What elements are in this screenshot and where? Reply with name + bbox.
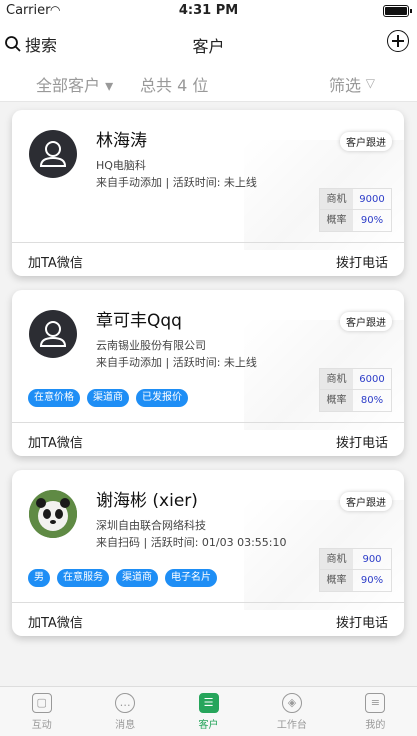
customer-company: HQ电脑科 bbox=[96, 159, 146, 172]
tag-list: 在意价格 渠道商 已发报价 bbox=[28, 389, 188, 407]
nav-bar: 搜索 客户 bbox=[0, 22, 417, 64]
call-button[interactable]: 拨打电话 bbox=[336, 612, 388, 631]
card-actions: 加TA微信 拨打电话 bbox=[12, 602, 404, 636]
status-time: 4:31 PM bbox=[178, 3, 239, 18]
default-user-icon bbox=[39, 321, 67, 347]
customer-name: 章可丰Qqq bbox=[96, 311, 182, 331]
probability-label: 概率 bbox=[320, 390, 353, 411]
customer-source: 来自手动添加 | 活跃时间: 未上线 bbox=[96, 356, 257, 369]
filter-button[interactable]: 筛选 bbox=[329, 72, 361, 96]
tag[interactable]: 男 bbox=[28, 569, 50, 587]
compass-icon: ◈ bbox=[281, 693, 302, 713]
customer-card[interactable]: 章可丰Qqq 云南锡业股份有限公司 来自手动添加 | 活跃时间: 未上线 客户跟… bbox=[12, 290, 404, 456]
tag[interactable]: 渠道商 bbox=[116, 569, 158, 587]
tag[interactable]: 在意价格 bbox=[28, 389, 80, 407]
customer-card-icon: ☰ bbox=[198, 693, 219, 713]
customer-card[interactable]: 林海涛 HQ电脑科 来自手动添加 | 活跃时间: 未上线 客户跟进 商机 9000… bbox=[12, 110, 404, 276]
default-user-icon bbox=[39, 141, 67, 167]
all-customers-dropdown[interactable]: 全部客户 ▾ bbox=[36, 72, 113, 96]
tab-customers[interactable]: ☰ 客户 bbox=[167, 687, 250, 736]
avatar bbox=[29, 490, 77, 538]
stats-table: 商机 900 概率 90% bbox=[319, 548, 392, 592]
tab-label: 客户 bbox=[198, 720, 219, 731]
cube-icon: ▢ bbox=[31, 693, 52, 713]
add-wechat-button[interactable]: 加TA微信 bbox=[28, 432, 83, 451]
tag[interactable]: 电子名片 bbox=[165, 569, 217, 587]
status-bar: Carrier ◠ 4:31 PM bbox=[0, 0, 417, 22]
probability-value: 80% bbox=[360, 395, 384, 406]
card-actions: 加TA微信 拨打电话 bbox=[12, 242, 404, 276]
filter-bar: 全部客户 ▾ 总共 4 位 筛选 ▽ bbox=[0, 64, 417, 102]
avatar bbox=[29, 130, 77, 178]
probability-value: 90% bbox=[360, 575, 384, 586]
call-button[interactable]: 拨打电话 bbox=[336, 432, 388, 451]
tag[interactable]: 在意服务 bbox=[57, 569, 109, 587]
probability-label: 概率 bbox=[320, 570, 353, 591]
customer-company: 云南锡业股份有限公司 bbox=[96, 339, 206, 352]
total-count: 总共 4 位 bbox=[140, 76, 209, 95]
customer-name: 林海涛 bbox=[96, 131, 147, 151]
tab-label: 互动 bbox=[31, 720, 52, 731]
call-button[interactable]: 拨打电话 bbox=[336, 252, 388, 271]
stats-table: 商机 9000 概率 90% bbox=[319, 188, 392, 232]
chat-icon: … bbox=[115, 693, 136, 713]
tag-list: 男 在意服务 渠道商 电子名片 bbox=[28, 569, 217, 587]
customer-card[interactable]: 谢海彬 (xier) 深圳自由联合网络科技 来自扫码 | 活跃时间: 01/03… bbox=[12, 470, 404, 636]
panda-photo bbox=[29, 490, 77, 538]
tab-workbench[interactable]: ◈ 工作台 bbox=[250, 687, 333, 736]
tab-label: 消息 bbox=[115, 720, 136, 731]
tab-mine[interactable]: ≡ 我的 bbox=[334, 687, 417, 736]
follow-up-button[interactable]: 客户跟进 bbox=[340, 132, 392, 151]
opportunity-value: 9000 bbox=[359, 194, 385, 205]
avatar bbox=[29, 310, 77, 358]
customer-source: 来自扫码 | 活跃时间: 01/03 03:55:10 bbox=[96, 536, 287, 549]
opportunity-value: 6000 bbox=[359, 374, 385, 385]
profile-icon: ≡ bbox=[365, 693, 386, 713]
add-customer-button[interactable] bbox=[387, 30, 409, 52]
page-title: 客户 bbox=[192, 37, 225, 56]
opportunity-value: 900 bbox=[362, 554, 382, 565]
add-wechat-button[interactable]: 加TA微信 bbox=[28, 252, 83, 271]
tab-label: 工作台 bbox=[276, 720, 307, 731]
tag[interactable]: 已发报价 bbox=[136, 389, 188, 407]
tab-label: 我的 bbox=[365, 720, 386, 731]
customer-name: 谢海彬 (xier) bbox=[96, 491, 198, 511]
follow-up-button[interactable]: 客户跟进 bbox=[340, 312, 392, 331]
stats-table: 商机 6000 概率 80% bbox=[319, 368, 392, 412]
tab-interaction[interactable]: ▢ 互动 bbox=[0, 687, 83, 736]
opportunity-label: 商机 bbox=[320, 369, 353, 389]
tag[interactable]: 渠道商 bbox=[87, 389, 129, 407]
battery-icon bbox=[383, 5, 412, 17]
card-actions: 加TA微信 拨打电话 bbox=[12, 422, 404, 456]
filter-icon: ▽ bbox=[365, 76, 375, 90]
tab-messages[interactable]: … 消息 bbox=[83, 687, 166, 736]
follow-up-button[interactable]: 客户跟进 bbox=[340, 492, 392, 511]
customer-source: 来自手动添加 | 活跃时间: 未上线 bbox=[96, 176, 257, 189]
add-wechat-button[interactable]: 加TA微信 bbox=[28, 612, 83, 631]
tab-bar: ▢ 互动 … 消息 ☰ 客户 ◈ 工作台 ≡ 我的 bbox=[0, 686, 417, 736]
opportunity-label: 商机 bbox=[320, 189, 353, 209]
probability-value: 90% bbox=[360, 215, 384, 226]
probability-label: 概率 bbox=[320, 210, 353, 231]
opportunity-label: 商机 bbox=[320, 549, 353, 569]
customer-company: 深圳自由联合网络科技 bbox=[96, 519, 206, 532]
